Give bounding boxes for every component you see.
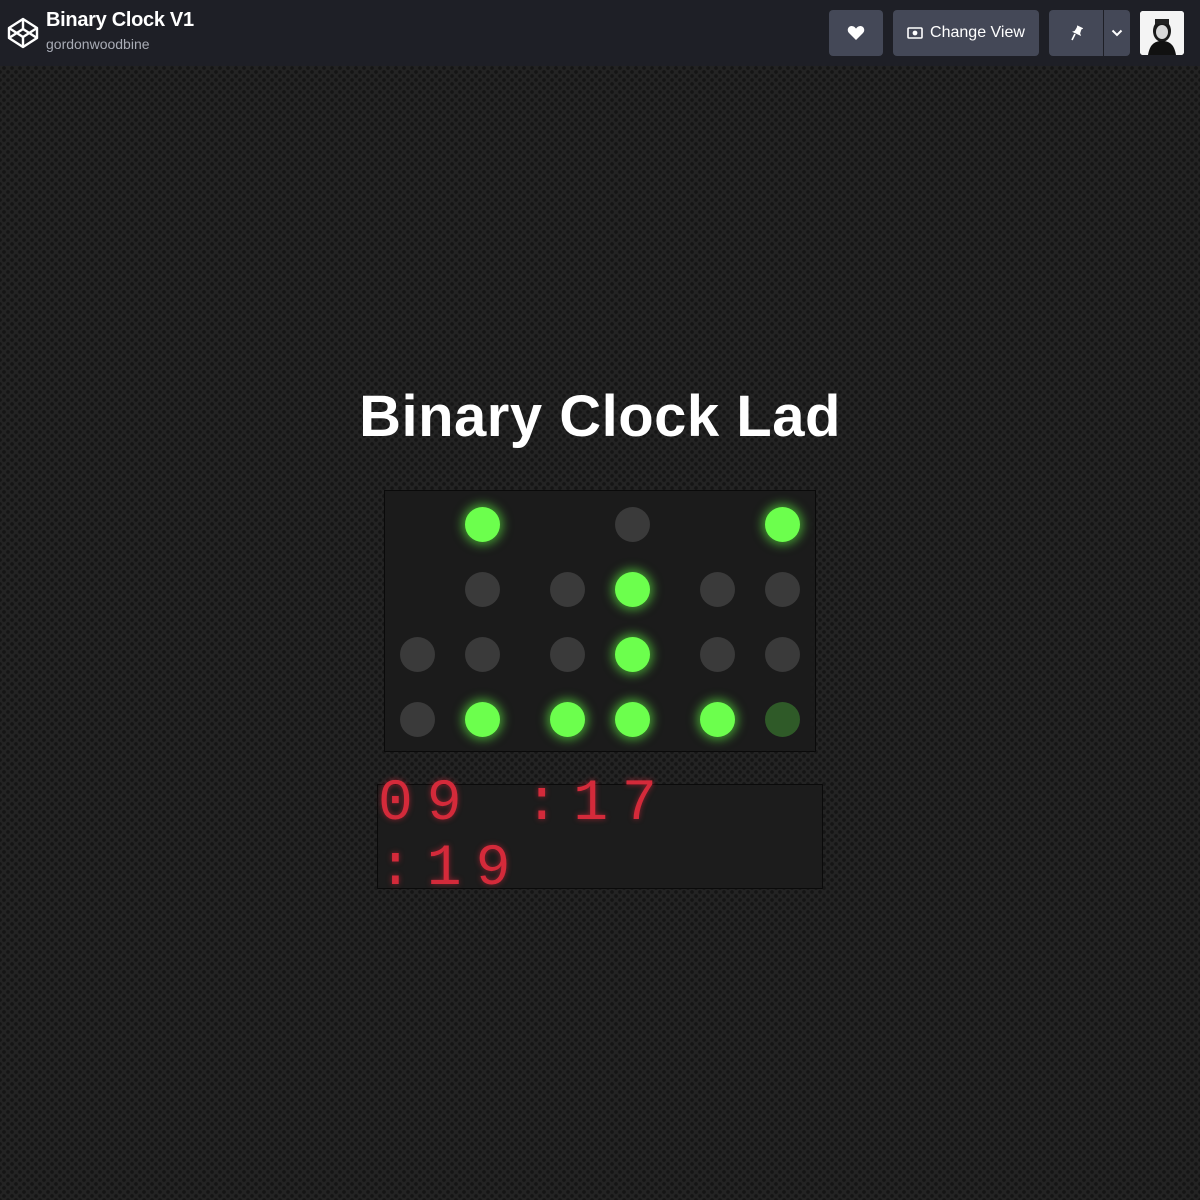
led-on [700, 702, 735, 737]
led-off [465, 637, 500, 672]
led-on [550, 702, 585, 737]
pen-title[interactable]: Binary Clock V1 [46, 9, 194, 32]
eye-icon [907, 27, 923, 39]
page-heading: Binary Clock Lad [359, 384, 841, 449]
led-on [615, 637, 650, 672]
led-on [765, 507, 800, 542]
led-off [700, 572, 735, 607]
chevron-down-icon [1111, 29, 1123, 37]
led-off [550, 572, 585, 607]
heart-icon [847, 26, 865, 40]
binary-clock-panel [384, 490, 816, 752]
led-off [400, 637, 435, 672]
avatar-image [1140, 11, 1184, 55]
led-off [765, 572, 800, 607]
pin-button[interactable] [1049, 10, 1103, 56]
avatar[interactable] [1140, 11, 1184, 55]
led-on [615, 572, 650, 607]
codepen-logo-icon[interactable] [6, 16, 40, 50]
led-off [765, 637, 800, 672]
led-off [550, 637, 585, 672]
like-button[interactable] [829, 10, 883, 56]
change-view-button[interactable]: Change View [893, 10, 1039, 56]
led-on [465, 507, 500, 542]
top-bar: Binary Clock V1 gordonwoodbine Change Vi… [0, 0, 1200, 66]
led-on [615, 702, 650, 737]
led-off [615, 507, 650, 542]
led-off [465, 572, 500, 607]
led-off [700, 637, 735, 672]
pin-icon [1071, 25, 1083, 41]
author-link[interactable]: gordonwoodbine [46, 36, 150, 52]
led-on [465, 702, 500, 737]
change-view-label: Change View [930, 24, 1025, 41]
pin-options-dropdown[interactable] [1104, 10, 1130, 56]
led-off [400, 702, 435, 737]
led-dim [765, 702, 800, 737]
digital-time-display: 09 :17 :19 [377, 772, 823, 902]
